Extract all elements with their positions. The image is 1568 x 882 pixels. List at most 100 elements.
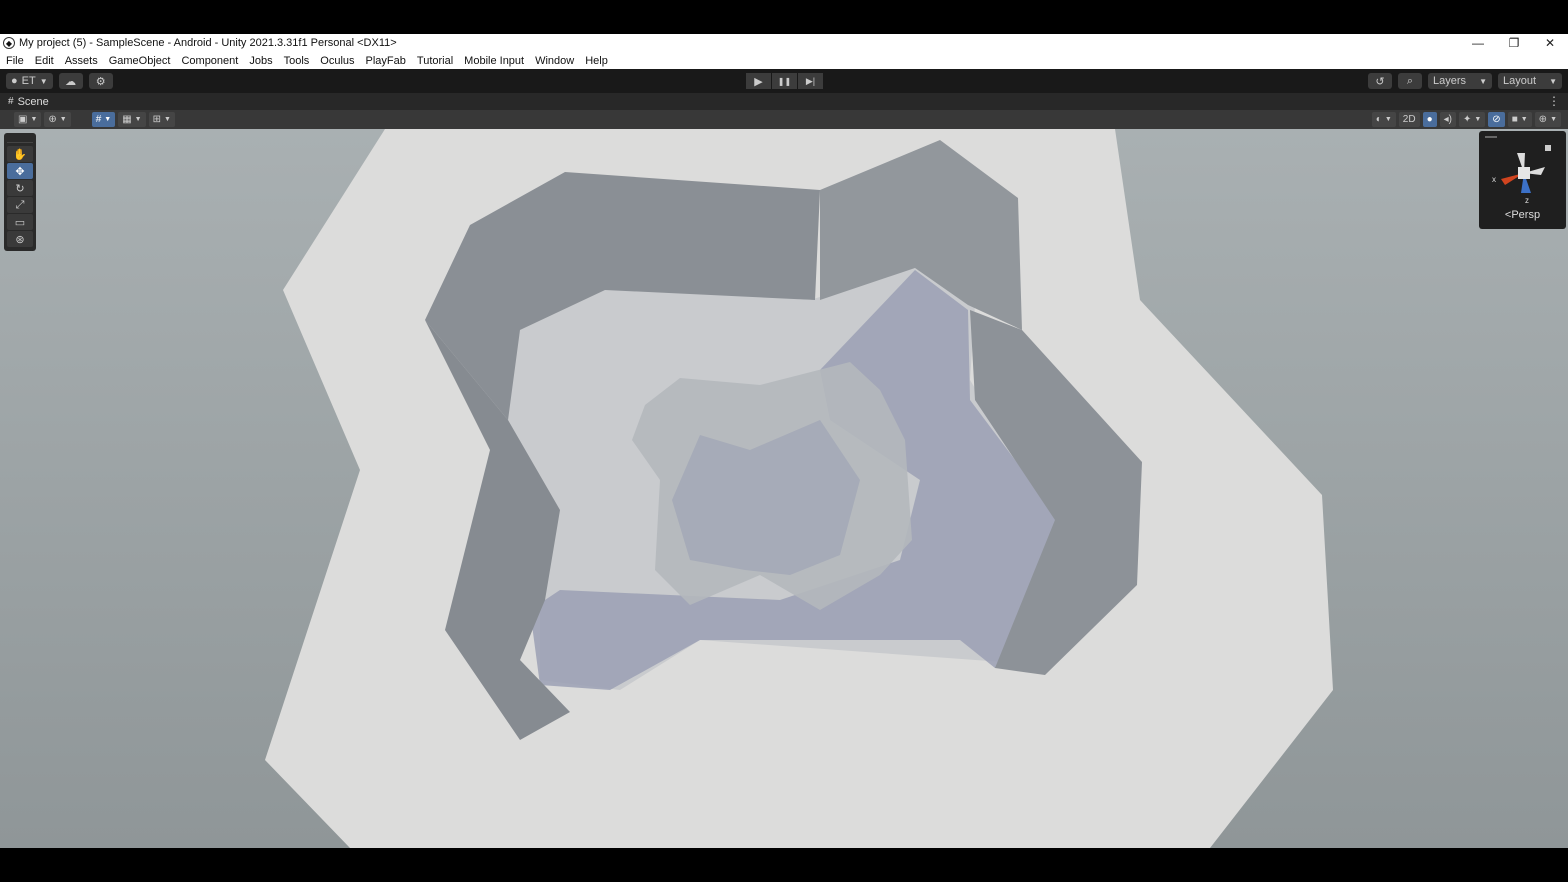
hand-icon: ✋ [13,148,27,161]
menu-bar: File Edit Assets GameObject Component Jo… [0,52,1568,69]
draw-mode-dropdown[interactable]: ▣ ▼ [14,112,42,127]
scene-render [0,129,1568,848]
menu-component[interactable]: Component [181,55,238,67]
account-icon: ● [11,75,18,87]
audio-toggle[interactable]: ◂) [1439,112,1456,127]
rect-icon: ▭ [14,216,26,229]
layout-dropdown[interactable]: Layout ▼ [1498,73,1562,89]
increment-snap-dropdown[interactable]: ⊞ ▼ [148,112,175,127]
restore-button[interactable]: ❐ [1496,34,1532,52]
right-toolbar: ↺ ⌕ Layers ▼ Layout ▼ [1368,73,1562,89]
menu-oculus[interactable]: Oculus [320,55,354,67]
menu-edit[interactable]: Edit [35,55,54,67]
play-button[interactable]: ▶ [746,73,771,89]
rotate-icon: ↻ [15,182,25,195]
lighting-toggle[interactable]: ● [1422,112,1437,127]
letterbox-top [0,0,1568,34]
chevron-down-icon: ▼ [1479,76,1487,86]
layers-label: Layers [1433,75,1467,87]
shading-icon: ▣ [18,114,28,125]
menu-help[interactable]: Help [585,55,608,67]
gizmo-icon: ⊕ [1538,114,1548,125]
menu-jobs[interactable]: Jobs [249,55,272,67]
tool-palette: ✋ ✥ ↻ ⤢ ▭ ⊛ [4,133,36,251]
move-tool-button[interactable]: ✥ [7,163,33,179]
scene-tab[interactable]: Scene [18,96,49,108]
menu-assets[interactable]: Assets [65,55,98,67]
menu-tutorial[interactable]: Tutorial [417,55,453,67]
axis-gizmo-icon: x z [1485,136,1551,205]
more-options-icon[interactable]: ⋮ [1548,94,1560,108]
chevron-down-icon: ▼ [134,116,142,123]
grid-icon: # [8,96,14,107]
scene-tab-bar: # Scene ⋮ [0,93,1568,110]
cloud-icon: ☁ [65,75,77,88]
transform-icon: ⊛ [15,233,25,246]
scene-toolbar: ▣ ▼ ⊕ ▼ # ▼ ▦ ▼ ⊞ ▼ ◐ ▼ 2D ● ◂) ✦ ▼ ⊘ ■ ▼ ⊕ ▼ [0,110,1568,129]
menu-window[interactable]: Window [535,55,574,67]
ruler-icon: ⊞ [152,114,161,125]
global-local-dropdown[interactable]: ⊕ ▼ [44,112,71,127]
menu-playfab[interactable]: PlayFab [366,55,406,67]
sphere-icon: ◐ [1375,114,1382,125]
search-button[interactable]: ⌕ [1398,73,1422,89]
hidden-objects-toggle[interactable]: ⊘ [1488,112,1505,127]
cloud-button[interactable]: ☁ [58,73,83,89]
window-controls: — ❐ ✕ [1460,34,1568,52]
minimize-button[interactable]: — [1460,34,1496,52]
rotate-tool-button[interactable]: ↻ [7,180,33,196]
collab-button[interactable]: ⚙ [88,73,113,89]
camera-dropdown[interactable]: ■ ▼ [1507,112,1532,127]
close-button[interactable]: ✕ [1532,34,1568,52]
effects-icon: ✦ [1462,114,1472,125]
account-dropdown[interactable]: ● ET ▼ [6,73,53,89]
layers-dropdown[interactable]: Layers ▼ [1428,73,1492,89]
gizmos-dropdown[interactable]: ⊕ ▼ [1534,112,1561,127]
chevron-down-icon: ▼ [1520,116,1528,123]
chevron-down-icon: ▼ [1384,116,1392,123]
pause-button[interactable]: ❚❚ [772,73,797,89]
unity-logo-icon: ◆ [3,37,15,49]
transform-tool-button[interactable]: ⊛ [7,231,33,247]
projection-toggle[interactable]: <Persp [1479,209,1566,221]
step-button[interactable]: ▶| [798,73,823,89]
orientation-gizmo[interactable]: x z <Persp [1479,131,1566,229]
rect-tool-button[interactable]: ▭ [7,214,33,230]
scale-icon: ⤢ [15,198,25,211]
undo-history-button[interactable]: ↺ [1368,73,1392,89]
letterbox-bottom [0,848,1568,882]
search-icon: ⌕ [1406,74,1414,87]
main-toolbar: ● ET ▼ ☁ ⚙ ▶ ❚❚ ▶| ↺ ⌕ Layers ▼ Layout ▼ [0,69,1568,93]
menu-tools[interactable]: Tools [284,55,310,67]
globe-icon: ⊕ [48,114,57,125]
scene-view-options: ◐ ▼ 2D ● ◂) ✦ ▼ ⊘ ■ ▼ ⊕ ▼ [1371,112,1564,127]
toggle-2d-button[interactable]: 2D [1398,112,1420,127]
chevron-down-icon: ▼ [30,116,38,123]
grid-visibility-dropdown[interactable]: ▦ ▼ [118,112,146,127]
history-icon: ↺ [1375,75,1385,88]
chevron-down-icon: ▼ [104,116,112,123]
speaker-icon: ◂) [1443,114,1452,125]
chevron-down-icon: ▼ [1549,76,1557,86]
menu-gameobject[interactable]: GameObject [109,55,171,67]
grid-snap-icon: # [95,114,102,125]
layout-label: Layout [1503,75,1537,87]
menu-file[interactable]: File [6,55,24,67]
menu-mobile-input[interactable]: Mobile Input [464,55,524,67]
chevron-down-icon: ▼ [1474,116,1482,123]
gear-icon: ⚙ [95,75,106,88]
grid-snap-button[interactable]: # ▼ [91,112,116,127]
axis-x-label: x [1492,175,1496,184]
effects-dropdown[interactable]: ✦ ▼ [1458,112,1486,127]
chevron-down-icon: ▼ [1550,116,1557,123]
account-label: ET [21,75,36,87]
chevron-down-icon: ▼ [164,116,171,123]
palette-grip[interactable] [7,135,33,143]
scale-tool-button[interactable]: ⤢ [7,197,33,213]
move-icon: ✥ [15,165,25,178]
scene-viewport[interactable] [0,129,1568,848]
hand-tool-button[interactable]: ✋ [7,146,33,162]
playback-controls: ▶ ❚❚ ▶| [746,73,824,89]
render-mode-dropdown[interactable]: ◐ ▼ [1371,112,1396,127]
lightbulb-icon: ● [1426,114,1433,125]
